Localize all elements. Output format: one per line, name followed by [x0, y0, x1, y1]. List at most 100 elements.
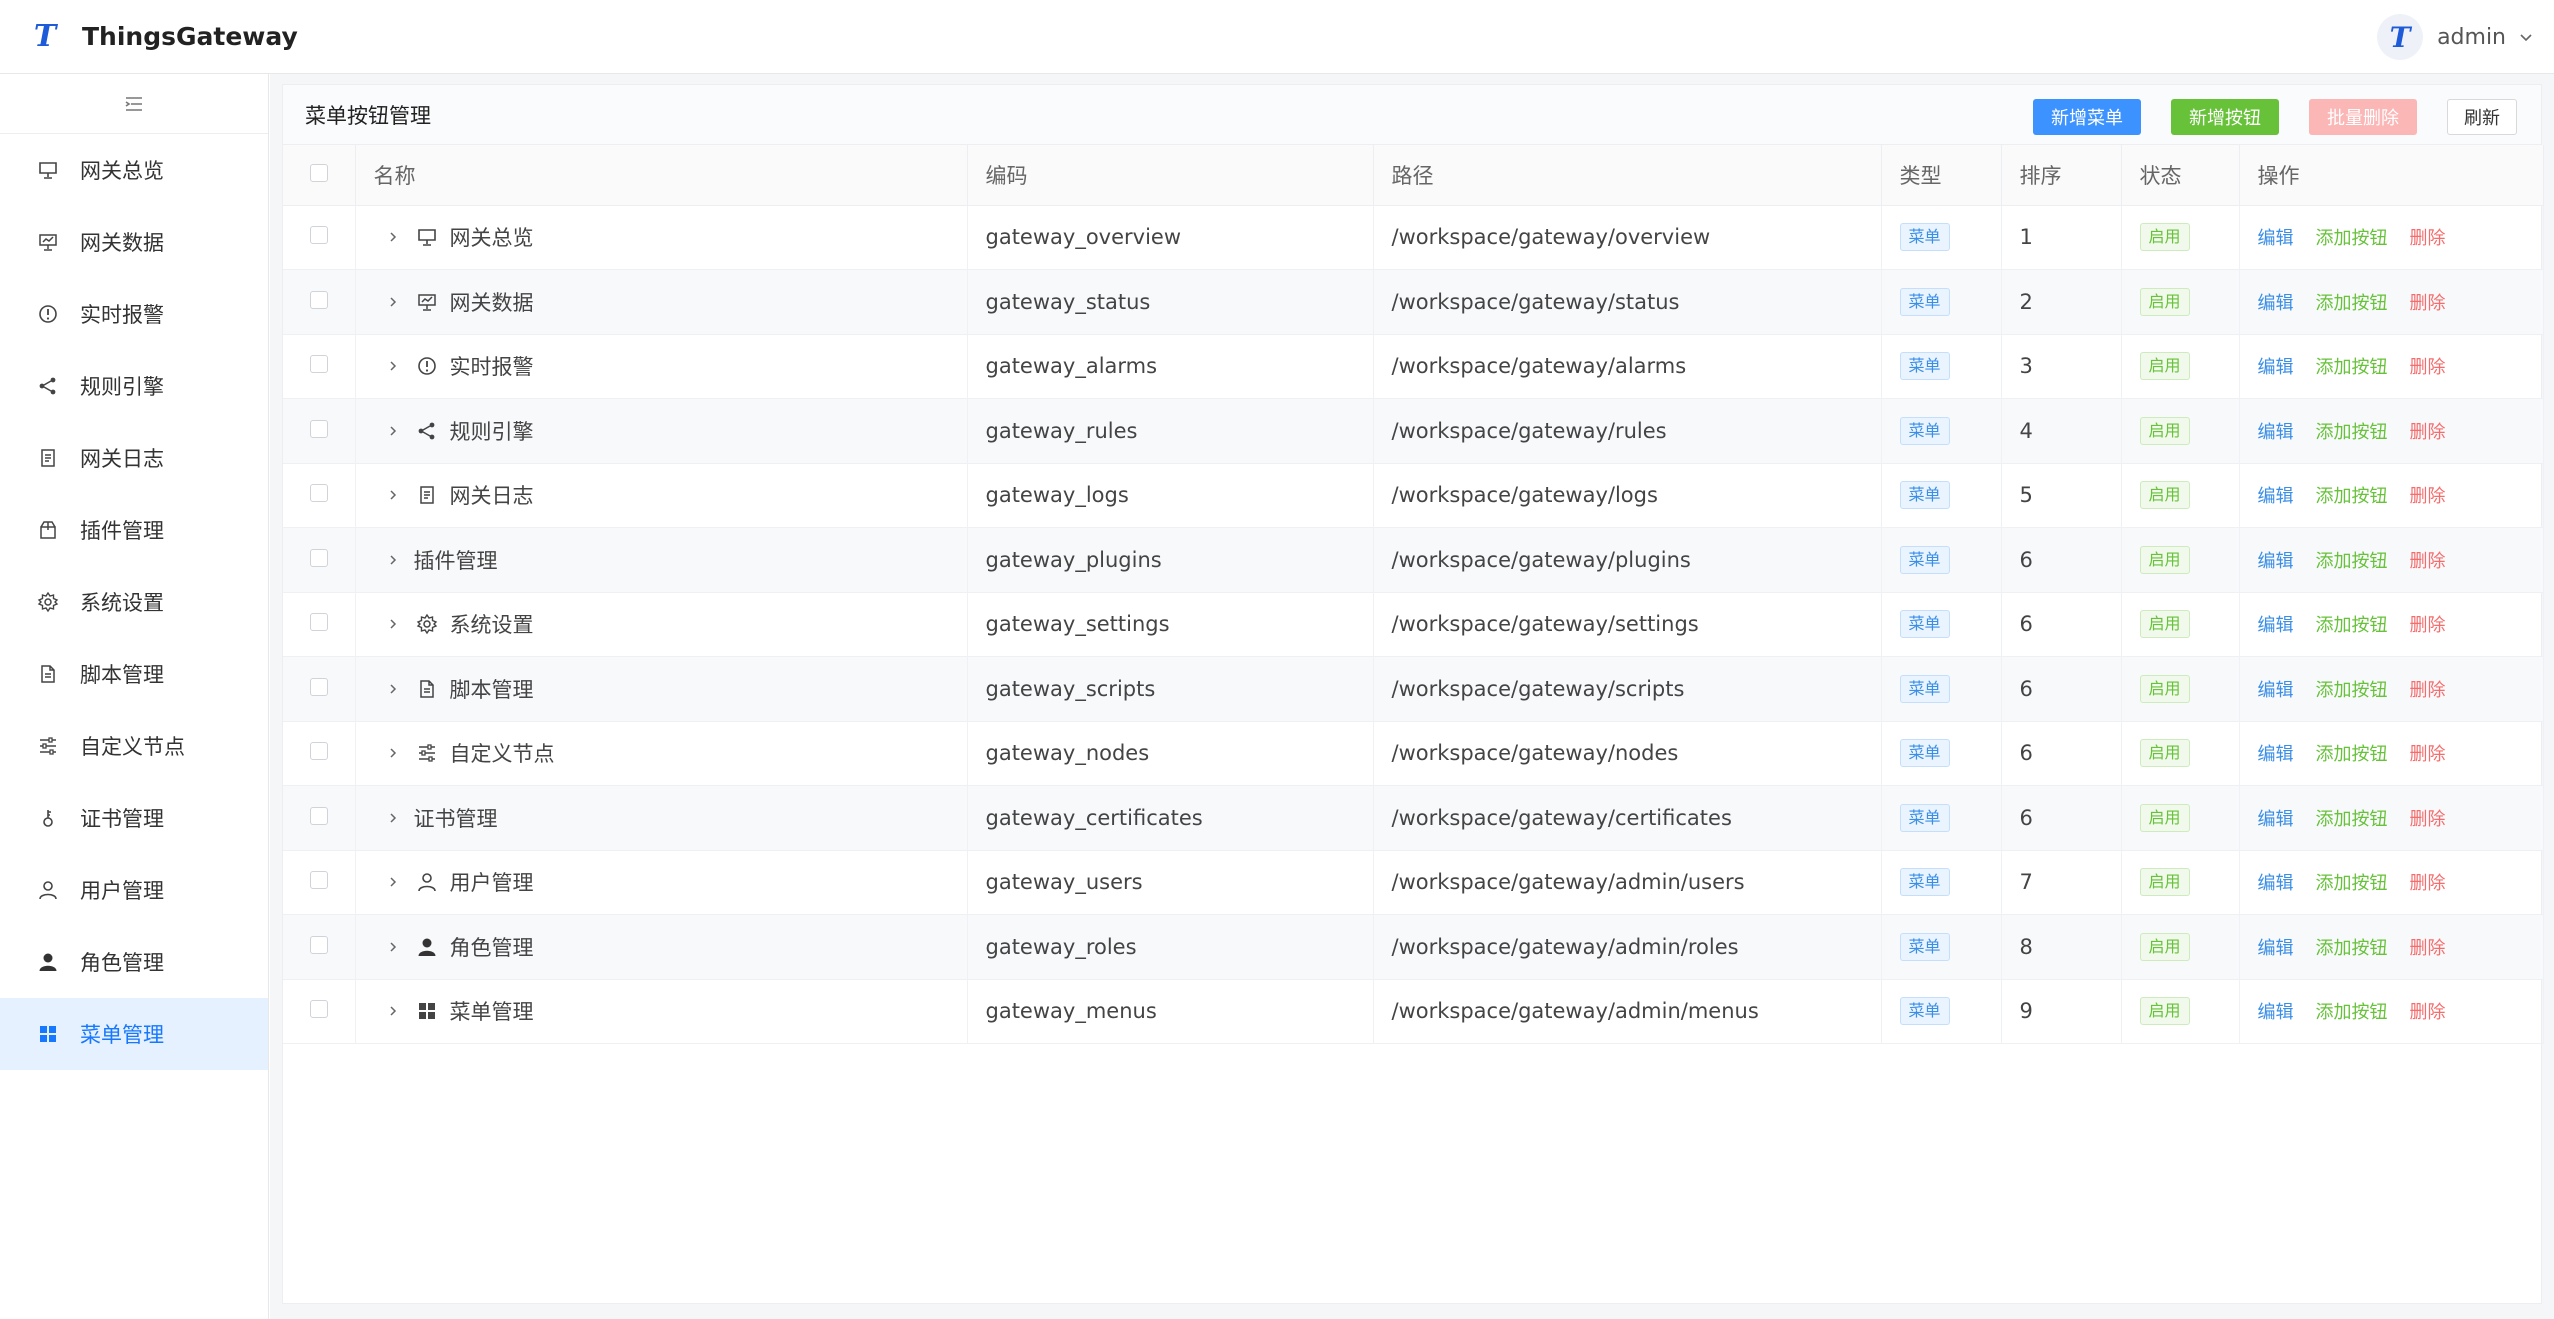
- edit-link[interactable]: 编辑: [2258, 744, 2294, 765]
- delete-link[interactable]: 删除: [2410, 228, 2446, 249]
- row-checkbox[interactable]: [283, 914, 356, 979]
- add-button-link[interactable]: 添加按钮: [2316, 422, 2388, 443]
- row-checkbox[interactable]: [283, 592, 356, 657]
- delete-link[interactable]: 删除: [2410, 1002, 2446, 1023]
- delete-link[interactable]: 删除: [2410, 357, 2446, 378]
- row-checkbox[interactable]: [283, 785, 356, 850]
- chevron-right-icon[interactable]: [382, 355, 404, 377]
- row-checkbox[interactable]: [283, 527, 356, 592]
- brand[interactable]: T ThingsGateway: [30, 19, 298, 54]
- user-menu[interactable]: T admin: [2377, 14, 2534, 60]
- add-button-link[interactable]: 添加按钮: [2316, 1002, 2388, 1023]
- delete-link[interactable]: 删除: [2410, 551, 2446, 572]
- delete-link[interactable]: 删除: [2410, 680, 2446, 701]
- type-tag: 菜单: [1899, 481, 1950, 510]
- delete-link[interactable]: 删除: [2410, 744, 2446, 765]
- sidebar-item-0[interactable]: 网关总览: [0, 134, 268, 206]
- chevron-right-icon[interactable]: [382, 484, 404, 506]
- edit-link[interactable]: 编辑: [2258, 551, 2294, 572]
- edit-link[interactable]: 编辑: [2258, 486, 2294, 507]
- row-code: gateway_certificates: [967, 785, 1374, 850]
- edit-link[interactable]: 编辑: [2258, 422, 2294, 443]
- add-button-link[interactable]: 添加按钮: [2316, 680, 2388, 701]
- chevron-right-icon[interactable]: [382, 807, 404, 829]
- edit-link[interactable]: 编辑: [2258, 873, 2294, 894]
- row-ops: 编辑 添加按钮 删除: [2239, 592, 2544, 657]
- row-code: gateway_logs: [967, 463, 1374, 528]
- chevron-right-icon[interactable]: [382, 613, 404, 635]
- row-checkbox[interactable]: [283, 463, 356, 528]
- row-checkbox[interactable]: [283, 398, 356, 463]
- table-row: 规则引擎 gateway_rules/workspace/gateway/rule…: [283, 398, 2544, 463]
- chevron-right-icon[interactable]: [382, 871, 404, 893]
- edit-link[interactable]: 编辑: [2258, 938, 2294, 959]
- edit-link[interactable]: 编辑: [2258, 680, 2294, 701]
- add-button-link[interactable]: 添加按钮: [2316, 809, 2388, 830]
- add-menu-button[interactable]: 新增菜单: [2033, 99, 2141, 135]
- chevron-right-icon[interactable]: [382, 549, 404, 571]
- edit-link[interactable]: 编辑: [2258, 228, 2294, 249]
- row-checkbox[interactable]: [283, 334, 356, 399]
- edit-link[interactable]: 编辑: [2258, 357, 2294, 378]
- main-content: 菜单按钮管理 新增菜单 新增按钮 批量删除 刷新 名称 编码 路径 类型 排序 …: [270, 74, 2554, 1319]
- sidebar-item-5[interactable]: 插件管理: [0, 494, 268, 566]
- sidebar-item-4[interactable]: 网关日志: [0, 422, 268, 494]
- sidebar-item-3[interactable]: 规则引擎: [0, 350, 268, 422]
- delete-link[interactable]: 删除: [2410, 873, 2446, 894]
- sidebar-item-12[interactable]: 菜单管理: [0, 998, 268, 1070]
- add-button-link[interactable]: 添加按钮: [2316, 228, 2388, 249]
- chevron-right-icon[interactable]: [382, 420, 404, 442]
- delete-link[interactable]: 删除: [2410, 938, 2446, 959]
- row-order: 7: [2001, 850, 2122, 915]
- row-type: 菜单: [1881, 656, 2002, 721]
- row-checkbox[interactable]: [283, 850, 356, 915]
- delete-link[interactable]: 删除: [2410, 615, 2446, 636]
- row-checkbox[interactable]: [283, 721, 356, 786]
- edit-link[interactable]: 编辑: [2258, 809, 2294, 830]
- add-button-link[interactable]: 添加按钮: [2316, 551, 2388, 572]
- chevron-right-icon[interactable]: [382, 678, 404, 700]
- row-checkbox[interactable]: [283, 979, 356, 1044]
- delete-link[interactable]: 删除: [2410, 809, 2446, 830]
- sidebar-item-label: 系统设置: [80, 591, 164, 615]
- edit-link[interactable]: 编辑: [2258, 1002, 2294, 1023]
- add-button-link[interactable]: 添加按钮: [2316, 873, 2388, 894]
- delete-link[interactable]: 删除: [2410, 293, 2446, 314]
- chevron-right-icon[interactable]: [382, 226, 404, 248]
- gear-icon: [36, 590, 60, 614]
- delete-link[interactable]: 删除: [2410, 422, 2446, 443]
- batch-delete-button[interactable]: 批量删除: [2309, 99, 2417, 135]
- sidebar-item-11[interactable]: 角色管理: [0, 926, 268, 998]
- column-status: 状态: [2121, 145, 2240, 206]
- chevron-right-icon[interactable]: [382, 1000, 404, 1022]
- add-button-link[interactable]: 添加按钮: [2316, 486, 2388, 507]
- chevron-right-icon[interactable]: [382, 742, 404, 764]
- add-button-link[interactable]: 添加按钮: [2316, 293, 2388, 314]
- add-button-link[interactable]: 添加按钮: [2316, 744, 2388, 765]
- sidebar-item-2[interactable]: 实时报警: [0, 278, 268, 350]
- row-path: /workspace/gateway/status: [1373, 269, 1882, 334]
- sidebar-item-8[interactable]: 自定义节点: [0, 710, 268, 782]
- add-button-link[interactable]: 添加按钮: [2316, 357, 2388, 378]
- status-badge: 启用: [2139, 481, 2190, 510]
- sidebar-collapse-button[interactable]: [0, 74, 268, 134]
- add-button-link[interactable]: 添加按钮: [2316, 615, 2388, 636]
- delete-link[interactable]: 删除: [2410, 486, 2446, 507]
- sidebar-item-10[interactable]: 用户管理: [0, 854, 268, 926]
- sidebar-item-7[interactable]: 脚本管理: [0, 638, 268, 710]
- add-button-link[interactable]: 添加按钮: [2316, 938, 2388, 959]
- row-checkbox[interactable]: [283, 205, 356, 270]
- sidebar-item-9[interactable]: 证书管理: [0, 782, 268, 854]
- row-checkbox[interactable]: [283, 269, 356, 334]
- row-checkbox[interactable]: [283, 656, 356, 721]
- add-button-button[interactable]: 新增按钮: [2171, 99, 2279, 135]
- sidebar-item-6[interactable]: 系统设置: [0, 566, 268, 638]
- edit-link[interactable]: 编辑: [2258, 293, 2294, 314]
- select-all-checkbox[interactable]: [283, 145, 356, 206]
- chevron-right-icon[interactable]: [382, 936, 404, 958]
- refresh-button[interactable]: 刷新: [2447, 99, 2517, 135]
- edit-link[interactable]: 编辑: [2258, 615, 2294, 636]
- sidebar-item-1[interactable]: 网关数据: [0, 206, 268, 278]
- chevron-right-icon[interactable]: [382, 291, 404, 313]
- page-title: 菜单按钮管理: [305, 103, 431, 128]
